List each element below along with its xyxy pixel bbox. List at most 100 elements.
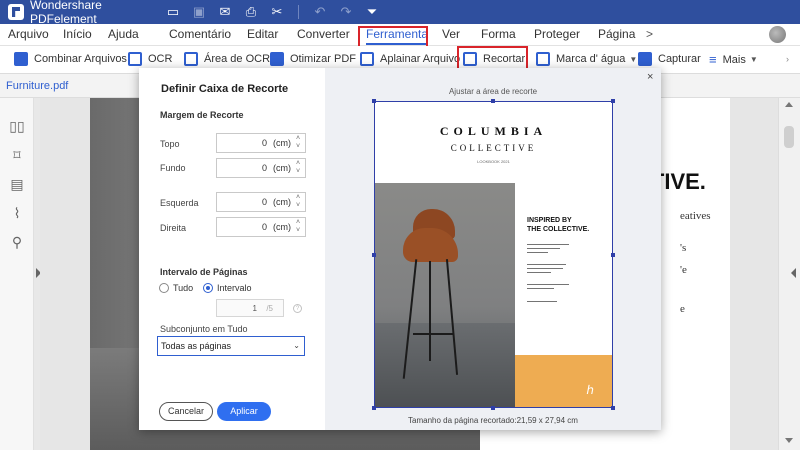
vertical-scrollbar[interactable] bbox=[778, 98, 800, 450]
capture-icon bbox=[638, 52, 652, 66]
area-ocr-button[interactable]: Área de OCR bbox=[184, 52, 270, 66]
bottom-margin-value: 0 bbox=[261, 163, 267, 173]
print-icon[interactable]: ⎙ bbox=[238, 0, 264, 24]
bottom-margin-stepper[interactable]: 0 (cm) ˄ ˅ bbox=[216, 158, 306, 178]
document-text: 'e bbox=[680, 264, 687, 276]
optimize-icon bbox=[270, 52, 284, 66]
right-margin-stepper[interactable]: 0 (cm) ˄ ˅ bbox=[216, 217, 306, 237]
marca-dagua-button[interactable]: Marca d' água ▼ bbox=[536, 52, 637, 66]
mais-label: Mais bbox=[722, 53, 746, 66]
margin-section-label: Margem de Recorte bbox=[160, 110, 244, 120]
chevron-down-icon: ▼ bbox=[629, 54, 638, 64]
combinar-label: Combinar Arquivos bbox=[34, 53, 127, 65]
crop-handle[interactable] bbox=[611, 99, 615, 103]
radio-range[interactable] bbox=[203, 283, 213, 293]
help-icon[interactable]: ? bbox=[293, 304, 302, 313]
document-text: e bbox=[680, 303, 685, 315]
menu-converter[interactable]: Converter bbox=[297, 27, 350, 41]
crop-handle[interactable] bbox=[372, 253, 376, 257]
menu-ajuda[interactable]: Ajuda bbox=[108, 27, 139, 41]
mail-icon[interactable]: ✉ bbox=[212, 0, 238, 24]
capturar-button[interactable]: Capturar bbox=[638, 52, 701, 66]
crop-handle[interactable] bbox=[611, 406, 615, 410]
save-icon[interactable]: ▣ bbox=[186, 0, 212, 24]
mais-button[interactable]: ≡ Mais ▼ bbox=[709, 52, 758, 67]
radio-all[interactable] bbox=[159, 283, 169, 293]
aplainar-button[interactable]: Aplainar Arquivo bbox=[360, 52, 460, 66]
document-text: eatives bbox=[680, 210, 711, 222]
radio-all-label: Tudo bbox=[173, 283, 194, 293]
scroll-up-icon[interactable] bbox=[785, 102, 793, 107]
chevron-down-icon: ▼ bbox=[749, 55, 758, 64]
app-logo-icon bbox=[8, 4, 24, 20]
top-margin-stepper[interactable]: 0 (cm) ˄ ˅ bbox=[216, 133, 306, 153]
ferramenta-highlight bbox=[358, 26, 428, 48]
menu-ver[interactable]: Ver bbox=[442, 27, 460, 41]
combinar-arquivos-button[interactable]: Combinar Arquivos bbox=[14, 52, 127, 66]
redo-icon[interactable]: ↷ bbox=[333, 0, 359, 24]
document-text: 's bbox=[680, 242, 687, 254]
menu-comentario[interactable]: Comentário bbox=[169, 27, 231, 41]
crop-handle[interactable] bbox=[372, 99, 376, 103]
attachment-icon[interactable]: ⌇ bbox=[9, 205, 25, 221]
comment-icon[interactable]: ▤ bbox=[9, 176, 25, 192]
menu-proteger[interactable]: Proteger bbox=[534, 27, 580, 41]
unit-label: (cm) bbox=[273, 197, 291, 207]
search-icon[interactable]: ⚲ bbox=[9, 234, 25, 250]
aplainar-label: Aplainar Arquivo bbox=[380, 53, 461, 65]
crop-box-dialog: Definir Caixa de Recorte Margem de Recor… bbox=[139, 68, 661, 430]
crop-settings-panel: Definir Caixa de Recorte Margem de Recor… bbox=[139, 68, 325, 430]
crop-handle[interactable] bbox=[491, 406, 495, 410]
crop-handle[interactable] bbox=[372, 406, 376, 410]
page-range-input[interactable]: 1 /5 bbox=[216, 299, 284, 317]
unit-label: (cm) bbox=[273, 163, 291, 173]
right-label: Direita bbox=[160, 223, 187, 233]
subset-select[interactable]: Todas as páginas ⌄ bbox=[157, 336, 305, 356]
menu-pagina[interactable]: Página bbox=[598, 27, 635, 41]
avatar[interactable] bbox=[769, 26, 786, 43]
subset-label: Subconjunto em Tudo bbox=[160, 324, 248, 334]
close-icon[interactable]: × bbox=[647, 71, 653, 83]
folder-icon[interactable]: ▭ bbox=[160, 0, 186, 24]
undo-icon[interactable]: ↶ bbox=[307, 0, 333, 24]
ocr-button[interactable]: OCR bbox=[128, 52, 172, 66]
menu-arquivo[interactable]: Arquivo bbox=[8, 27, 49, 41]
cancel-button[interactable]: Cancelar bbox=[159, 402, 213, 421]
fit-crop-area-link[interactable]: Ajustar a área de recorte bbox=[325, 87, 661, 96]
menu-editar[interactable]: Editar bbox=[247, 27, 278, 41]
watermark-icon bbox=[536, 52, 550, 66]
document-tab[interactable]: Furniture.pdf bbox=[6, 80, 68, 92]
area-ocr-label: Área de OCR bbox=[204, 53, 271, 65]
thumbnails-icon[interactable]: ▯▯ bbox=[9, 118, 25, 134]
crop-handle[interactable] bbox=[491, 99, 495, 103]
radio-range-label: Intervalo bbox=[217, 283, 252, 293]
otimizar-pdf-button[interactable]: Otimizar PDF bbox=[270, 52, 356, 66]
dialog-title: Definir Caixa de Recorte bbox=[161, 83, 289, 95]
left-margin-stepper[interactable]: 0 (cm) ˄ ˅ bbox=[216, 192, 306, 212]
apply-button[interactable]: Aplicar bbox=[217, 402, 271, 421]
crop-frame[interactable] bbox=[374, 101, 613, 408]
menu-forma[interactable]: Forma bbox=[481, 27, 516, 41]
expand-right-panel-icon[interactable] bbox=[791, 268, 796, 278]
menu-more-arrow-icon[interactable]: > bbox=[646, 27, 653, 41]
crop-handle[interactable] bbox=[611, 253, 615, 257]
scroll-thumb[interactable] bbox=[784, 126, 794, 148]
page-range-value: 1 bbox=[252, 304, 257, 313]
stepper-arrows-icon[interactable]: ˄ ˅ bbox=[293, 135, 303, 151]
top-margin-value: 0 bbox=[261, 138, 267, 148]
chevron-down-icon: ⌄ bbox=[293, 341, 300, 350]
stepper-arrows-icon[interactable]: ˄ ˅ bbox=[293, 219, 303, 235]
scroll-down-icon[interactable] bbox=[785, 438, 793, 443]
stepper-arrows-icon[interactable]: ˄ ˅ bbox=[293, 194, 303, 210]
page-range-total: /5 bbox=[266, 304, 273, 313]
menu-inicio[interactable]: Início bbox=[63, 27, 92, 41]
bookmark-icon[interactable]: ⌑ bbox=[9, 147, 25, 163]
quick-access-icon[interactable]: ⏷ bbox=[359, 0, 385, 24]
menu-lines-icon: ≡ bbox=[709, 52, 717, 67]
page-range-section-label: Intervalo de Páginas bbox=[160, 267, 248, 277]
stepper-arrows-icon[interactable]: ˄ ˅ bbox=[293, 160, 303, 176]
subset-value: Todas as páginas bbox=[161, 341, 232, 351]
top-label: Topo bbox=[160, 139, 180, 149]
scissors-icon[interactable]: ✂ bbox=[264, 0, 290, 24]
toolbar-scroll-icon[interactable]: › bbox=[786, 54, 789, 64]
